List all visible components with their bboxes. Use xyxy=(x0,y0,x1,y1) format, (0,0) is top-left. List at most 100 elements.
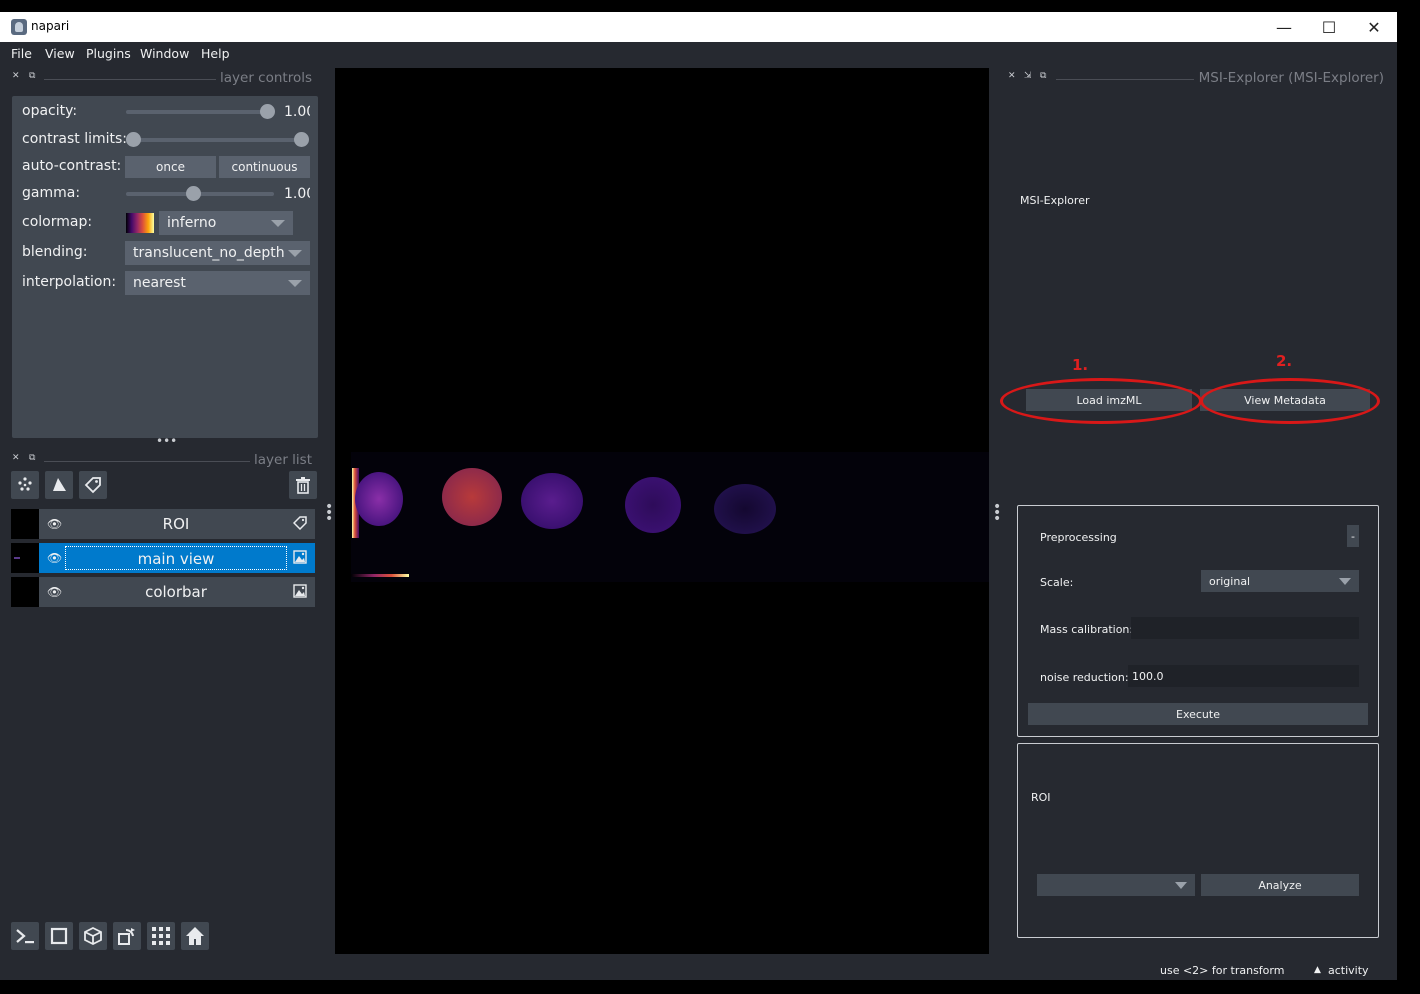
visibility-eye-icon[interactable]: 👁 xyxy=(47,585,62,599)
execute-button[interactable]: Execute xyxy=(1028,703,1368,725)
ndisplay-2d-icon[interactable] xyxy=(45,922,73,950)
opacity-value: 1.00 xyxy=(284,104,310,120)
layer-name[interactable]: colorbar xyxy=(65,580,287,604)
dock-float-icon[interactable]: ⧉ xyxy=(29,71,35,81)
visibility-eye-icon[interactable]: 👁 xyxy=(47,551,62,565)
contrast-min-handle[interactable] xyxy=(126,132,141,147)
image-icon xyxy=(293,584,307,598)
new-labels-layer-icon[interactable] xyxy=(79,471,107,499)
scale-select[interactable]: original xyxy=(1201,570,1359,592)
viewer-canvas[interactable] xyxy=(335,68,989,954)
preprocessing-collapse-button[interactable]: - xyxy=(1347,525,1359,547)
layer-thumbnail xyxy=(11,509,39,539)
menu-view[interactable]: View xyxy=(45,46,75,61)
gamma-slider-handle[interactable] xyxy=(186,186,201,201)
label-icon xyxy=(293,516,307,530)
panel-splitter-handle[interactable]: ••• xyxy=(156,435,177,447)
new-points-layer-icon[interactable] xyxy=(11,471,39,499)
analyze-button[interactable]: Analyze xyxy=(1201,874,1359,896)
layer-thumbnail xyxy=(11,543,39,573)
annotation-number-2: 2. xyxy=(1276,352,1293,370)
menu-plugins[interactable]: Plugins xyxy=(86,46,131,61)
layer-controls-panel: opacity: 1.00 contrast limits: auto-cont… xyxy=(12,96,318,438)
annotation-number-1: 1. xyxy=(1072,356,1089,374)
minimize-button[interactable]: — xyxy=(1261,12,1307,42)
layer-row-roi[interactable]: 👁 ROI xyxy=(10,509,316,539)
chevron-down-icon xyxy=(288,250,302,257)
colormap-value: inferno xyxy=(167,215,217,231)
msi-explorer-title: MSI-Explorer (MSI-Explorer) xyxy=(1198,70,1384,86)
auto-contrast-once-button[interactable]: once xyxy=(125,156,216,178)
preprocessing-group: Preprocessing - Scale: original Mass cal… xyxy=(1017,505,1379,737)
layer-controls-header: ✕ ⧉ layer controls xyxy=(12,70,318,88)
colormap-swatch xyxy=(126,213,154,233)
menu-help[interactable]: Help xyxy=(201,46,230,61)
interpolation-label: interpolation: xyxy=(22,274,117,290)
dock-pin-icon[interactable]: ⇲ xyxy=(1024,71,1032,81)
layer-name[interactable]: ROI xyxy=(65,512,287,536)
layer-controls-title: layer controls xyxy=(220,70,312,86)
noise-reduction-label: noise reduction: xyxy=(1040,671,1129,684)
layer-list-header: ✕ ⧉ layer list xyxy=(12,452,318,470)
blending-value: translucent_no_depth xyxy=(133,245,285,261)
contrast-limits-slider[interactable] xyxy=(134,138,302,142)
opacity-slider[interactable] xyxy=(126,110,274,114)
noise-reduction-field[interactable]: 100.0 xyxy=(1128,665,1359,687)
activity-button[interactable]: activity xyxy=(1328,964,1369,977)
annotation-ellipse-1 xyxy=(1000,378,1202,424)
interpolation-select[interactable]: nearest xyxy=(125,271,310,295)
right-dock-splitter[interactable]: • • • xyxy=(993,500,1001,526)
menubar: File View Plugins Window Help xyxy=(0,42,1397,66)
opacity-slider-handle[interactable] xyxy=(260,104,275,119)
dock-float-icon[interactable]: ⧉ xyxy=(1040,71,1046,81)
dock-close-icon[interactable]: ✕ xyxy=(12,453,20,463)
visibility-eye-icon[interactable]: 👁 xyxy=(47,517,62,531)
menu-file[interactable]: File xyxy=(11,46,32,61)
left-dock-splitter[interactable]: • • • xyxy=(325,500,333,526)
msi-explorer-header: ✕ ⇲ ⧉ MSI-Explorer (MSI-Explorer) xyxy=(1008,70,1388,88)
mass-calibration-field[interactable] xyxy=(1131,617,1359,639)
contrast-limits-label: contrast limits: xyxy=(22,131,127,147)
home-icon[interactable] xyxy=(181,922,209,950)
new-shapes-layer-icon[interactable] xyxy=(45,471,73,499)
main-window: ✕ ⧉ layer controls opacity: 1.00 contras… xyxy=(0,66,1397,980)
image-icon xyxy=(293,550,307,564)
layer-name[interactable]: main view xyxy=(65,546,287,570)
delete-layer-icon[interactable] xyxy=(289,471,317,499)
opacity-label: opacity: xyxy=(22,103,78,119)
status-bar: use <2> for transform ▲ activity xyxy=(0,956,1397,980)
gamma-label: gamma: xyxy=(22,185,81,201)
scale-label: Scale: xyxy=(1040,576,1074,589)
dock-float-icon[interactable]: ⧉ xyxy=(29,453,35,463)
layer-list-title: layer list xyxy=(254,452,312,468)
auto-contrast-label: auto-contrast: xyxy=(22,158,122,174)
msi-image xyxy=(351,452,989,582)
grid-view-icon[interactable] xyxy=(147,922,175,950)
mass-calibration-label: Mass calibration: xyxy=(1040,623,1134,636)
auto-contrast-continuous-button[interactable]: continuous xyxy=(219,156,310,178)
blending-select[interactable]: translucent_no_depth xyxy=(125,241,310,265)
menu-window[interactable]: Window xyxy=(140,46,189,61)
roi-select[interactable] xyxy=(1037,874,1195,896)
napari-app-icon xyxy=(11,19,27,35)
contrast-max-handle[interactable] xyxy=(294,132,309,147)
layer-row-main-view[interactable]: 👁 main view xyxy=(10,543,316,573)
chevron-up-icon[interactable]: ▲ xyxy=(1314,965,1321,975)
ndisplay-3d-icon[interactable] xyxy=(79,922,107,950)
maximize-button[interactable]: ☐ xyxy=(1306,12,1352,42)
msi-explorer-label: MSI-Explorer xyxy=(1020,194,1090,207)
preprocessing-title: Preprocessing xyxy=(1040,531,1117,544)
window-titlebar: napari — ☐ ✕ xyxy=(0,12,1397,42)
layer-thumbnail xyxy=(11,577,39,607)
console-icon[interactable] xyxy=(11,922,39,950)
layer-row-colorbar[interactable]: 👁 colorbar xyxy=(10,577,316,607)
scale-value: original xyxy=(1209,574,1251,588)
dock-close-icon[interactable]: ✕ xyxy=(1008,71,1016,81)
chevron-down-icon xyxy=(288,280,302,287)
interpolation-value: nearest xyxy=(133,275,186,291)
roll-dims-icon[interactable] xyxy=(113,922,141,950)
colormap-select[interactable]: inferno xyxy=(159,211,293,235)
roi-group: ROI Analyze xyxy=(1017,743,1379,938)
close-button[interactable]: ✕ xyxy=(1351,12,1397,42)
dock-close-icon[interactable]: ✕ xyxy=(12,71,20,81)
